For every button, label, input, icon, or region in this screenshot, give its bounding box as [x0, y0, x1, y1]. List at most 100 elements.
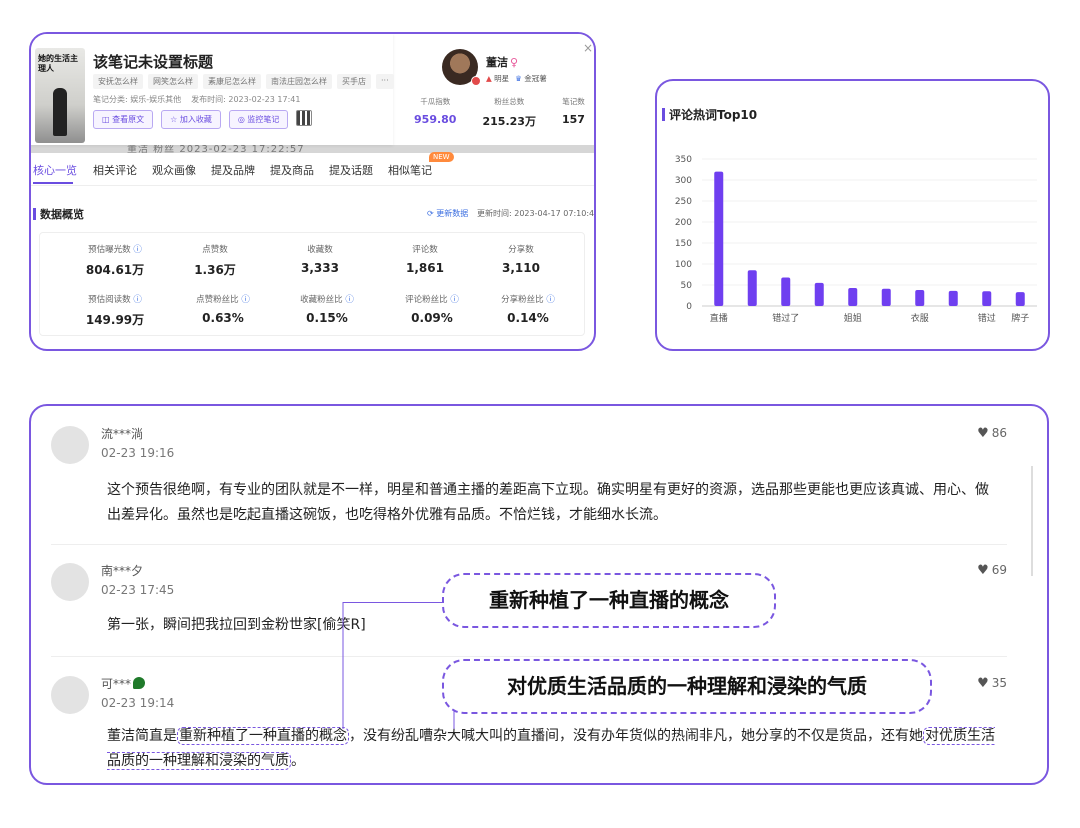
- verified-icon: [471, 76, 481, 86]
- tab-related-comments[interactable]: 相关评论: [93, 162, 137, 178]
- monitor-note-button[interactable]: ◎ 监控笔记: [228, 110, 289, 129]
- crown-icon: ♛: [515, 74, 525, 83]
- bar: [714, 171, 724, 306]
- y-tick-label: 50: [681, 281, 693, 291]
- bar: [848, 287, 858, 306]
- note-tag[interactable]: 南法庄园怎么样: [266, 74, 332, 89]
- y-tick-label: 200: [675, 218, 692, 228]
- overview-title: 数据概览: [40, 208, 84, 221]
- y-tick-label: 150: [675, 239, 692, 249]
- background-strip: [31, 145, 594, 153]
- star-icon: ☆: [170, 115, 180, 124]
- cover-figure: [53, 88, 67, 136]
- note-tags: 安抚怎么样 网笑怎么样 素康尼怎么样 南法庄园怎么样 买手店 ···: [93, 74, 394, 89]
- female-icon: ♀: [510, 56, 519, 69]
- blogger-name: 董洁 ♀: [486, 56, 519, 69]
- bar: [881, 288, 891, 306]
- help-icon: ⓘ: [345, 295, 354, 305]
- x-tick-label: 错过了: [772, 312, 799, 324]
- person-icon: ▲: [486, 74, 495, 83]
- help-icon: ⓘ: [546, 295, 555, 305]
- bar: [781, 277, 791, 306]
- stat-notes: 笔记数 157: [561, 97, 585, 126]
- location-icon: ◎: [237, 115, 248, 124]
- comments-card: 流***淌 02-23 19:16 ♥ 86 这个预告很绝啊，有专业的团队就是不一…: [29, 404, 1049, 785]
- note-meta: 笔记分类: 娱乐-娱乐其他 发布时间: 2023-02-23 17:41: [93, 94, 300, 105]
- tab-audience[interactable]: 观众画像: [152, 162, 196, 178]
- metric-shares: 分享数 3,110: [502, 245, 540, 275]
- update-time: 更新时间: 2023-04-17 07:10:47: [477, 209, 596, 218]
- hotwords-chart: 0 50 100 150 200 250 300 350 直播 错过了 姐姐 衣服 错过 牌子: [675, 155, 1037, 324]
- note-actions: ◫ 查看原文 ☆ 加入收藏 ◎ 监控笔记: [93, 110, 313, 129]
- y-tick-label: 350: [675, 155, 692, 165]
- y-tick-label: 0: [686, 302, 692, 312]
- note-publish-time: 发布时间: 2023-02-23 17:41: [191, 95, 301, 104]
- blogger-badges: ▲ 明星 ♛ 金冠薯: [486, 73, 547, 84]
- tab-core-overview[interactable]: 核心一览: [33, 162, 77, 178]
- blogger-stats: 千瓜指数 959.80 粉丝总数 215.23万 笔记数 157: [401, 96, 594, 129]
- note-tag[interactable]: 网笑怎么样: [148, 74, 198, 89]
- y-tick-label: 250: [675, 197, 692, 207]
- bar: [747, 270, 757, 306]
- y-tick-label: 300: [675, 176, 692, 186]
- y-tick-label: 100: [675, 260, 692, 270]
- hotwords-card: 评论热词Top10 0 50 100 150 200 250 300 350 直播 错过了 姐姐 衣服…: [655, 79, 1050, 351]
- tab-bar: 核心一览 相关评论 观众画像 提及品牌 提及商品 提及话题 相似笔记: [31, 158, 594, 186]
- metric-collects: 收藏数 3,333: [301, 245, 339, 275]
- hotwords-title: 评论热词Top10: [669, 108, 758, 122]
- new-badge: NEW: [429, 152, 454, 162]
- x-tick-label: 衣服: [911, 312, 929, 324]
- callout-live-concept: 重新种植了一种直播的概念: [442, 573, 776, 628]
- metric-likes: 点赞数 1.36万: [194, 245, 236, 277]
- close-icon[interactable]: ×: [583, 41, 593, 55]
- metric-reads: 预估阅读数 ⓘ 149.99万: [85, 295, 145, 327]
- view-original-button[interactable]: ◫ 查看原文: [93, 110, 154, 129]
- tab-similar-notes[interactable]: 相似笔记: [388, 162, 432, 178]
- refresh-data-button[interactable]: ⟳ 更新数据: [427, 208, 468, 219]
- x-tick-label: 错过: [978, 312, 996, 324]
- more-tags-button[interactable]: ···: [376, 74, 394, 89]
- qrcode-icon[interactable]: [296, 110, 313, 126]
- callout-quality-life: 对优质生活品质的一种理解和浸染的气质: [442, 659, 932, 714]
- note-tag[interactable]: 素康尼怎么样: [203, 74, 261, 89]
- help-icon: ⓘ: [133, 245, 142, 255]
- rank-badge: ♛ 金冠薯: [515, 74, 547, 83]
- section-accent: [662, 108, 665, 121]
- metrics-grid: 预估曝光数 ⓘ 804.61万 点赞数 1.36万 收藏数 3,333 评论数 …: [39, 232, 585, 336]
- connector-line: [342, 602, 444, 729]
- metric-comments: 评论数 1,861: [406, 245, 444, 275]
- help-icon: ⓘ: [241, 295, 250, 305]
- book-icon: ◫: [102, 115, 113, 124]
- metric-exposure: 预估曝光数 ⓘ 804.61万: [85, 245, 145, 277]
- tab-products[interactable]: 提及商品: [270, 162, 314, 178]
- star-badge: ▲ 明星: [486, 74, 510, 83]
- add-favorite-button[interactable]: ☆ 加入收藏: [161, 110, 221, 129]
- help-icon: ⓘ: [450, 295, 459, 305]
- stat-index: 千瓜指数 959.80: [414, 97, 457, 126]
- metric-comment-ratio: 评论粉丝比 ⓘ 0.09%: [405, 295, 459, 325]
- blogger-profile: × 董洁 ♀ ▲ 明星 ♛ 金冠薯 千瓜指数 959.80 粉丝总数 215.23…: [401, 34, 594, 145]
- note-detail-card: 董洁 粉丝 2023-02-23 17:22:57 她的生活主理人 该笔记未设置…: [29, 32, 596, 351]
- tab-topics[interactable]: 提及话题: [329, 162, 373, 178]
- tab-brands[interactable]: 提及品牌: [211, 162, 255, 178]
- x-tick-label: 姐姐: [844, 312, 862, 324]
- note-info-panel: 她的生活主理人 该笔记未设置标题 安抚怎么样 网笑怎么样 素康尼怎么样 南法庄园…: [31, 34, 394, 145]
- cover-text: 她的生活主理人: [38, 54, 78, 73]
- note-title: 该笔记未设置标题: [93, 53, 214, 71]
- metric-like-ratio: 点赞粉丝比 ⓘ 0.63%: [196, 295, 250, 325]
- note-tag[interactable]: 安抚怎么样: [93, 74, 143, 89]
- bar: [915, 290, 925, 306]
- x-tick-label: 直播: [710, 312, 728, 324]
- bar: [814, 282, 824, 306]
- metric-share-ratio: 分享粉丝比 ⓘ 0.14%: [501, 295, 555, 325]
- note-tag[interactable]: 买手店: [337, 74, 371, 89]
- note-cover-image[interactable]: 她的生活主理人: [35, 48, 85, 143]
- bar: [1015, 292, 1025, 306]
- note-category: 笔记分类: 娱乐-娱乐其他: [93, 95, 182, 104]
- refresh-icon: ⟳: [427, 209, 437, 218]
- bar: [982, 291, 992, 306]
- section-accent: [33, 208, 36, 220]
- metric-collect-ratio: 收藏粉丝比 ⓘ 0.15%: [300, 295, 354, 325]
- help-icon: ⓘ: [133, 295, 142, 305]
- x-tick-label: 牌子: [1011, 312, 1029, 324]
